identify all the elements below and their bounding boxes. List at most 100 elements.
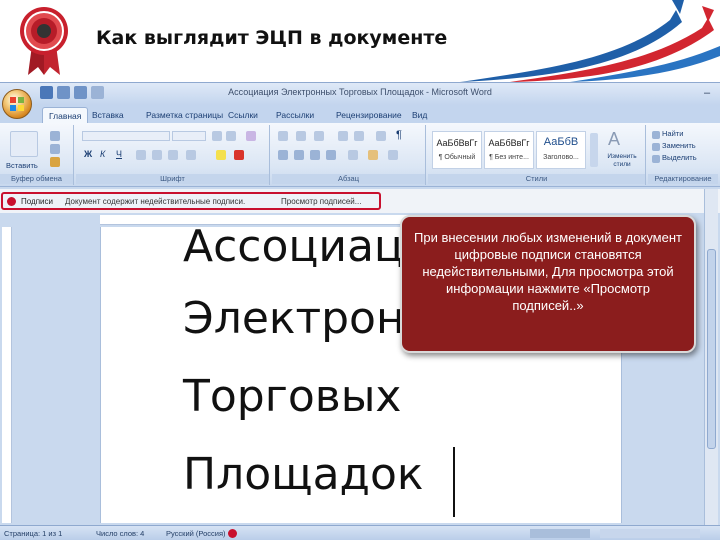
italic-icon[interactable]: К: [100, 149, 105, 159]
find-button[interactable]: Найти: [662, 129, 683, 138]
signature-status-icon[interactable]: [228, 529, 237, 538]
style-heading-1[interactable]: АаБбВ Заголово...: [536, 131, 586, 169]
select-icon[interactable]: [652, 155, 660, 163]
style-normal[interactable]: АаБбВвГг ¶ Обычный: [432, 131, 482, 169]
view-signatures-link[interactable]: Просмотр подписей...: [281, 197, 361, 206]
group-font-label: Шрифт: [76, 174, 269, 184]
tab-review[interactable]: Рецензирование: [330, 107, 408, 123]
change-styles-icon[interactable]: A: [608, 129, 620, 150]
paste-label[interactable]: Вставить: [6, 161, 38, 170]
zoom-slider[interactable]: [600, 529, 700, 538]
style-sample: АаБбВвГг: [436, 138, 478, 148]
view-buttons[interactable]: [530, 529, 590, 538]
status-language[interactable]: Русский (Россия): [166, 529, 226, 538]
message-bar-highlight: Подписи Документ содержит недействительн…: [1, 192, 381, 210]
shading-icon[interactable]: [368, 150, 378, 160]
justify-icon[interactable]: [326, 150, 336, 160]
document-line: Площадок: [183, 449, 424, 500]
superscript-icon[interactable]: [168, 150, 178, 160]
status-words[interactable]: Число слов: 4: [96, 529, 144, 538]
font-size-select[interactable]: [172, 131, 206, 141]
tab-insert[interactable]: Вставка: [86, 107, 130, 123]
document-line: Торговых: [183, 371, 402, 422]
tab-mailings[interactable]: Рассылки: [270, 107, 320, 123]
slide-header: Как выглядит ЭЦП в документе: [0, 0, 720, 82]
replace-button[interactable]: Заменить: [662, 141, 696, 150]
style-sample: АаБбВвГг: [488, 138, 530, 148]
style-name: Заголово...: [543, 154, 579, 161]
redo-icon[interactable]: [74, 86, 87, 99]
ribbon-tabs: Главная Вставка Разметка страницы Ссылки…: [0, 105, 720, 123]
save-icon[interactable]: [40, 86, 53, 99]
replace-icon[interactable]: [652, 143, 660, 151]
customize-icon[interactable]: [91, 86, 104, 99]
borders-icon[interactable]: [388, 150, 398, 160]
decrease-indent-icon[interactable]: [338, 131, 348, 141]
paste-icon[interactable]: [10, 131, 38, 157]
group-styles-label: Стили: [428, 174, 645, 184]
format-painter-icon[interactable]: [50, 157, 60, 167]
font-family-select[interactable]: [82, 131, 170, 141]
title-bar: Ассоциация Электронных Торговых Площадок…: [0, 83, 720, 105]
numbering-icon[interactable]: [296, 131, 306, 141]
tab-view[interactable]: Вид: [406, 107, 433, 123]
text-cursor: [453, 447, 455, 517]
message-bar: Подписи Документ содержит недействительн…: [0, 189, 720, 213]
message-bar-label: Подписи: [21, 197, 53, 206]
minimize-icon[interactable]: –: [700, 86, 714, 100]
find-icon[interactable]: [652, 131, 660, 139]
ribbon: Вставить Буфер обмена Ж К Ч Шрифт ¶ Абза…: [0, 123, 720, 187]
tab-page-layout[interactable]: Разметка страницы: [140, 107, 229, 123]
decorative-swoosh: [460, 0, 720, 82]
styles-scroll-icon[interactable]: [590, 133, 598, 167]
highlight-color-icon[interactable]: [216, 150, 226, 160]
group-font: Ж К Ч Шрифт: [76, 125, 270, 185]
office-logo-icon: [10, 97, 24, 111]
tab-home[interactable]: Главная: [42, 107, 89, 123]
vertical-ruler[interactable]: [2, 227, 12, 523]
group-clipboard-label: Буфер обмена: [0, 174, 73, 184]
increase-indent-icon[interactable]: [354, 131, 364, 141]
bullets-icon[interactable]: [278, 131, 288, 141]
scroll-thumb[interactable]: [707, 249, 716, 449]
align-left-icon[interactable]: [278, 150, 288, 160]
grow-font-icon[interactable]: [212, 131, 222, 141]
copy-icon[interactable]: [50, 144, 60, 154]
status-page[interactable]: Страница: 1 из 1: [4, 529, 62, 538]
undo-icon[interactable]: [57, 86, 70, 99]
seal-icon: [20, 7, 68, 75]
change-case-icon[interactable]: [186, 150, 196, 160]
message-bar-text: Документ содержит недействительные подпи…: [65, 197, 246, 206]
shrink-font-icon[interactable]: [226, 131, 236, 141]
style-no-spacing[interactable]: АаБбВвГг ¶ Без инте...: [484, 131, 534, 169]
style-name: ¶ Обычный: [438, 154, 476, 161]
group-styles: АаБбВвГг ¶ Обычный АаБбВвГг ¶ Без инте..…: [428, 125, 646, 185]
tab-references[interactable]: Ссылки: [222, 107, 264, 123]
callout: При внесении любых изменений в документ …: [400, 215, 696, 353]
clear-format-icon[interactable]: [246, 131, 256, 141]
callout-text: При внесении любых изменений в документ …: [414, 230, 682, 313]
style-name: ¶ Без инте...: [489, 154, 529, 161]
quick-access-toolbar: [40, 86, 104, 99]
strikethrough-icon[interactable]: [136, 150, 146, 160]
window-title: Ассоциация Электронных Торговых Площадок…: [228, 87, 492, 97]
cut-icon[interactable]: [50, 131, 60, 141]
group-editing-label: Редактирование: [648, 174, 718, 184]
font-color-icon[interactable]: [234, 150, 244, 160]
change-styles-label[interactable]: Изменить стили: [600, 153, 644, 169]
group-clipboard: Вставить Буфер обмена: [0, 125, 74, 185]
show-marks-icon[interactable]: ¶: [396, 129, 402, 141]
line-spacing-icon[interactable]: [348, 150, 358, 160]
group-paragraph-label: Абзац: [272, 174, 425, 184]
subscript-icon[interactable]: [152, 150, 162, 160]
underline-icon[interactable]: Ч: [116, 149, 122, 159]
slide-title: Как выглядит ЭЦП в документе: [96, 27, 448, 49]
align-right-icon[interactable]: [310, 150, 320, 160]
bold-icon[interactable]: Ж: [84, 149, 92, 159]
multilevel-list-icon[interactable]: [314, 131, 324, 141]
select-button[interactable]: Выделить: [662, 153, 697, 162]
align-center-icon[interactable]: [294, 150, 304, 160]
sort-icon[interactable]: [376, 131, 386, 141]
vertical-scrollbar[interactable]: [704, 189, 718, 525]
office-button[interactable]: [2, 89, 32, 119]
